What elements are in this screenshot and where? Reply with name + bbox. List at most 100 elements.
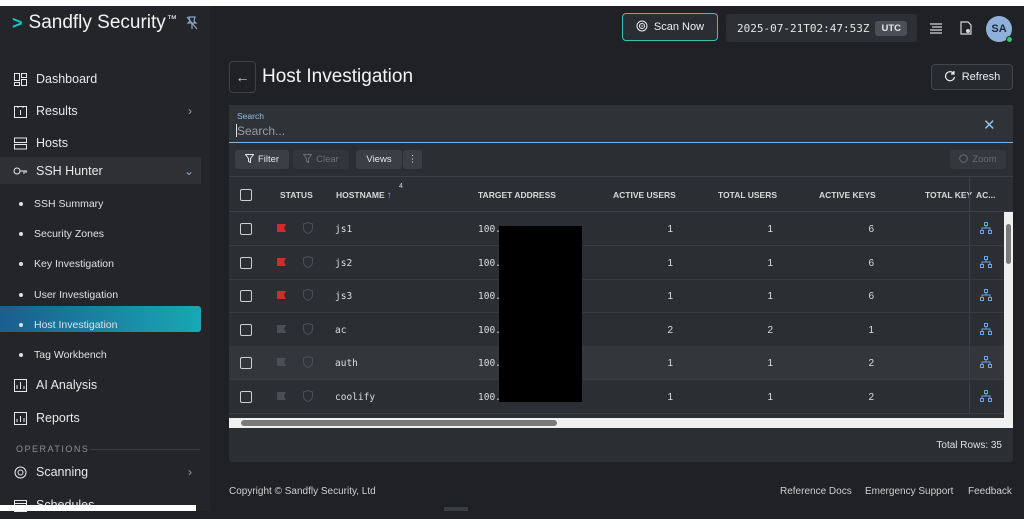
pin-icon[interactable] [186,16,198,33]
cell-active-users: 1 [667,257,673,269]
chevron-down-icon: ⌄ [183,163,194,178]
col-active-keys[interactable]: ACTIVE KEYS [819,190,876,200]
refresh-button[interactable]: Refresh [931,64,1013,90]
cell-target-address: 100. [478,392,501,403]
row-checkbox[interactable] [240,323,252,336]
col-actions[interactable]: AC... [976,190,995,200]
cell-total-users: 2 [767,324,773,336]
alert-flag-icon [277,392,286,400]
table-row[interactable]: js3 100. 1 1 6 [229,279,1004,314]
col-active-users[interactable]: ACTIVE USERS [613,190,676,200]
bullet-icon [19,232,23,236]
cell-total-users: 1 [767,291,773,303]
key-icon [12,163,28,179]
row-checkbox[interactable] [240,223,252,235]
sidebar-item-results[interactable]: Results › [0,97,210,125]
sidebar-subitem-tag-workbench[interactable]: Tag Workbench [0,343,210,367]
more-options-icon[interactable]: ⋮ [403,150,422,169]
brand-logo[interactable]: > Sandfly Security ™ [12,12,177,34]
shield-icon [303,390,313,402]
filter-label: Filter [257,154,280,165]
row-checkbox[interactable] [240,357,252,370]
section-operations-label: OPERATIONS [16,444,90,454]
table-row[interactable]: auth 100. 1 1 2 [229,346,1004,381]
row-checkbox[interactable] [240,256,252,269]
license-icon[interactable] [958,20,974,36]
network-graph-icon[interactable] [980,356,992,369]
back-button[interactable]: ← [229,61,256,93]
filter-button[interactable]: Filter [235,150,289,169]
col-status[interactable]: STATUS [280,190,313,200]
table-row[interactable]: js1 100. 1 1 6 [229,212,1004,246]
table-row[interactable]: js2 100. 1 1 6 [229,245,1004,280]
views-button[interactable]: Views [356,150,402,169]
sidebar-item-hosts[interactable]: Hosts [0,129,210,157]
sidebar-item-label: AI Analysis [36,378,98,392]
select-all-checkbox[interactable] [240,189,252,201]
sidebar-subitem-security-zones[interactable]: Security Zones [0,222,210,246]
subitem-label: Tag Workbench [34,349,107,361]
col-total-keys[interactable]: TOTAL KEY [925,190,972,200]
network-graph-icon[interactable] [980,289,992,302]
grid-toolbar: Filter Clear Views ⋮ Zoom [229,143,1013,176]
sidebar-item-dashboard[interactable]: Dashboard [0,65,210,93]
zoom-button[interactable]: Zoom [950,150,1006,169]
footer-link-emergency-support[interactable]: Emergency Support [865,486,953,497]
sidebar-item-reports[interactable]: Reports [0,404,210,432]
network-graph-icon[interactable] [980,390,992,402]
text-cursor [236,124,237,137]
sidebar-item-label: Scanning [36,465,89,479]
network-graph-icon[interactable] [980,255,992,268]
sidebar-item-scanning[interactable]: Scanning › [0,458,210,486]
search-input[interactable] [237,123,967,139]
sidebar-subitem-key-investigation[interactable]: Key Investigation [0,252,210,276]
arrow-left-icon: ← [235,69,250,85]
timezone-badge[interactable]: UTC [875,20,907,36]
network-graph-icon[interactable] [980,222,992,234]
footer-link-feedback[interactable]: Feedback [968,486,1012,497]
sidebar-subitem-host-investigation[interactable]: Host Investigation [0,313,210,337]
brand-chevron-icon: > [12,12,23,33]
table-row[interactable]: ac 100. 2 2 1 [229,312,1004,347]
horizontal-scroll-thumb[interactable] [241,420,557,426]
close-icon[interactable]: ✕ [983,116,996,134]
cell-active-users: 1 [667,392,673,403]
col-hostname[interactable]: HOSTNAME ↑ [336,190,392,201]
row-checkbox[interactable] [240,290,252,303]
sidebar-item-ai-analysis[interactable]: AI Analysis [0,371,210,399]
col-total-users[interactable]: TOTAL USERS [718,190,777,200]
sidebar-item-ssh-hunter[interactable]: SSH Hunter ⌄ [0,157,210,184]
cell-active-keys: 6 [868,291,874,303]
bullet-icon [19,323,23,327]
bullet-icon [19,353,23,357]
sidebar-subitem-ssh-summary[interactable]: SSH Summary [0,192,210,216]
window-bottom-strip [0,505,196,511]
data-panel: Search ✕ Filter Clear Views ⋮ Zoom STATU… [229,105,1013,462]
scanning-icon [12,464,28,480]
row-checkbox[interactable] [240,391,252,403]
bullet-icon [19,293,23,297]
shield-icon [303,289,313,302]
filter-icon [244,153,255,166]
search-box: Search ✕ [229,105,1013,143]
ai-icon [12,377,28,393]
scan-now-button[interactable]: Scan Now [622,13,718,41]
bullet-icon [19,202,23,206]
cell-hostname: js1 [335,224,353,235]
shield-icon [303,356,313,369]
hosts-icon [12,135,28,151]
vertical-scroll-thumb[interactable] [1006,224,1011,264]
redaction-block [499,226,582,402]
subitem-label: SSH Summary [34,198,104,210]
refresh-icon [944,70,956,85]
cell-total-users: 1 [767,392,773,403]
sidebar-subitem-user-investigation[interactable]: User Investigation [0,283,210,307]
tasks-icon[interactable] [928,20,944,36]
col-target-address[interactable]: TARGET ADDRESS [478,190,556,200]
sidebar-item-label: SSH Hunter [36,163,103,178]
table-row[interactable]: coolify 100. 1 1 2 [229,380,1004,414]
avatar[interactable]: SA [986,16,1013,43]
clear-filter-button[interactable]: Clear [293,150,349,169]
network-graph-icon[interactable] [980,322,992,335]
footer-link-reference-docs[interactable]: Reference Docs [780,486,852,497]
